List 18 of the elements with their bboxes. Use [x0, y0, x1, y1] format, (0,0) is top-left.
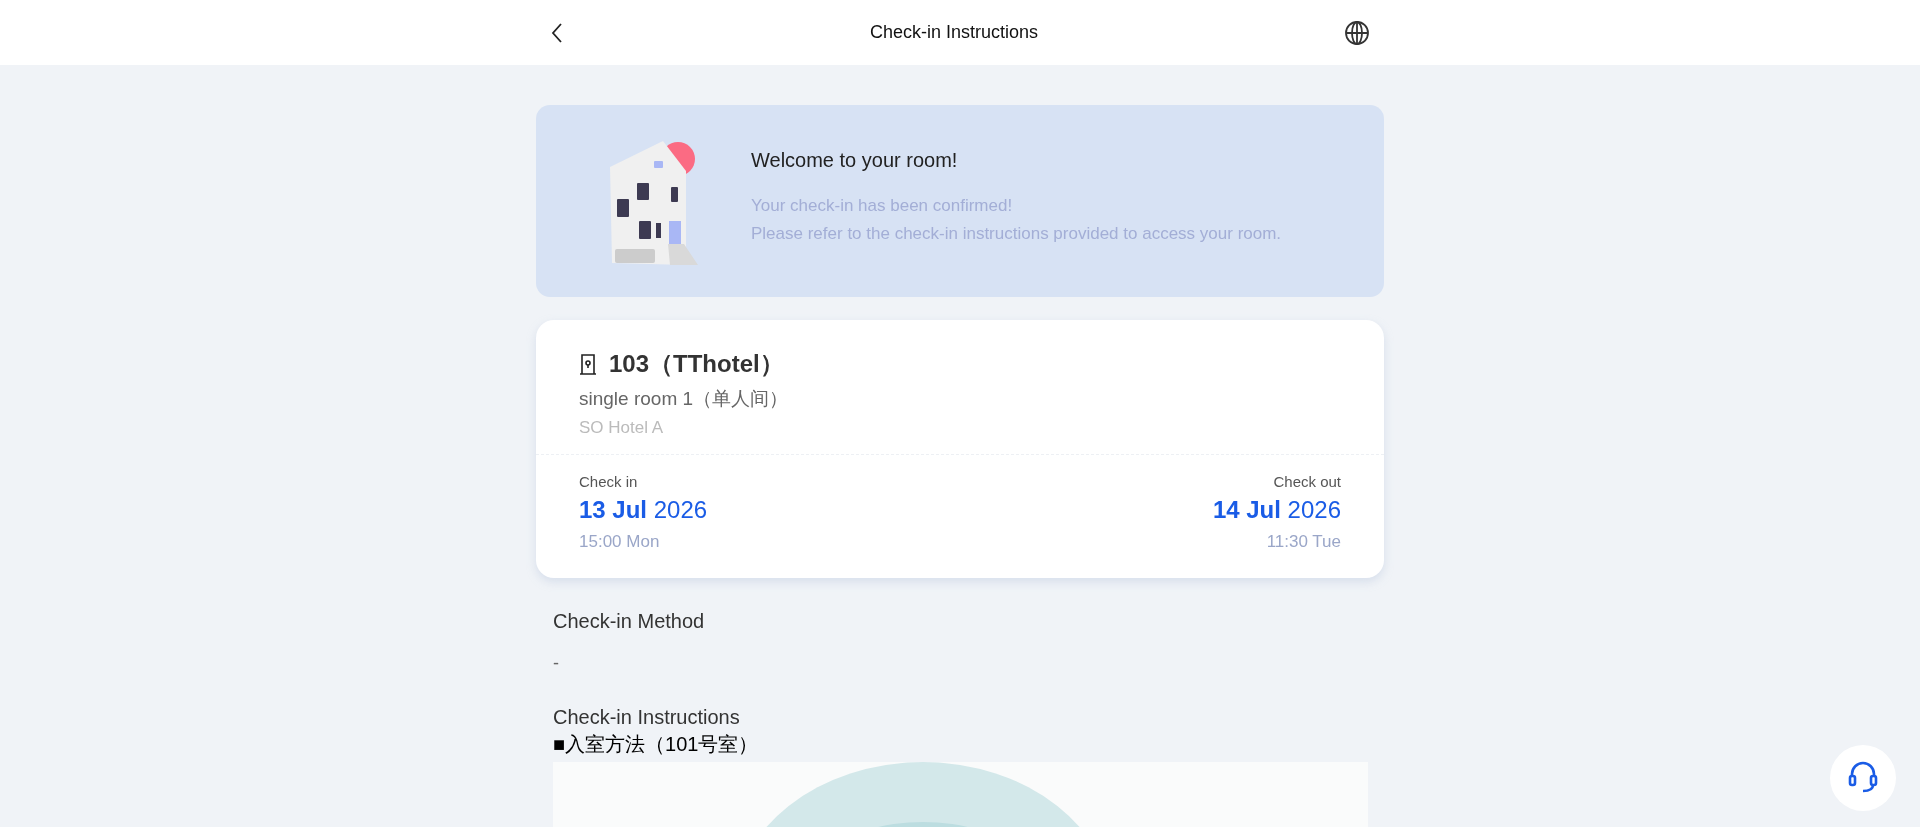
section-value: -: [553, 653, 560, 674]
room-title: 103（TThotel）: [609, 349, 784, 379]
section-heading: Check-in Method: [553, 610, 706, 633]
stay-time: 15:00 Mon: [579, 532, 661, 552]
stay-date: 13 Jul 2026: [579, 496, 708, 524]
back-button[interactable]: [550, 21, 564, 44]
stay-time: 11:30 Tue: [1266, 532, 1341, 552]
page-title: Check-in Instructions: [869, 22, 1039, 43]
instruction-text: ■入室方法（101号室）: [553, 732, 760, 757]
language-button[interactable]: [1344, 19, 1370, 46]
stay-date: 14 Jul 2026: [1212, 496, 1341, 524]
date-label: Check out: [1273, 473, 1341, 490]
door-icon: [579, 353, 597, 375]
section-heading: Check-in Instructions: [553, 706, 741, 729]
hotel-name: SO Hotel A: [579, 418, 665, 438]
welcome-heading: Welcome to your room!: [751, 148, 959, 172]
date-label: Check in: [579, 473, 639, 490]
room-type: single room 1（单人间）: [579, 387, 790, 411]
